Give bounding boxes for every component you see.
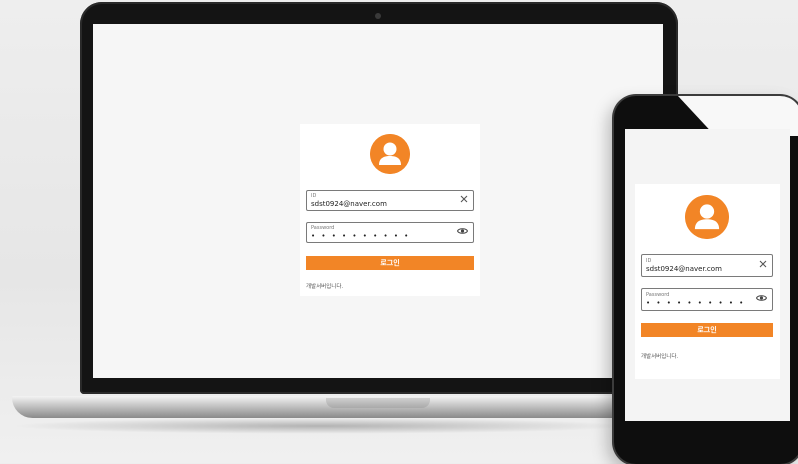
dev-server-notice: 개발서버입니다. [306, 284, 344, 290]
close-icon[interactable] [460, 195, 468, 203]
phone-frame: ID sdst0924@naver.com Password • • • • •… [614, 96, 798, 464]
password-field-value[interactable]: • • • • • • • • • • [311, 232, 410, 240]
id-field-label: ID [646, 258, 652, 264]
id-field-label: ID [311, 193, 317, 199]
password-field[interactable]: Password • • • • • • • • • • [641, 288, 773, 311]
password-field[interactable]: Password • • • • • • • • • • [306, 222, 474, 243]
dev-server-notice: 개발서버입니다. [641, 354, 679, 360]
id-field-value[interactable]: sdst0924@naver.com [311, 200, 387, 208]
laptop-base [12, 396, 632, 418]
phone-screen: ID sdst0924@naver.com Password • • • • •… [625, 129, 790, 421]
user-avatar-icon [370, 134, 410, 174]
password-field-label: Password [311, 225, 335, 231]
laptop-screen: ID sdst0924@naver.com Password • • • • •… [93, 24, 663, 378]
laptop-frame: ID sdst0924@naver.com Password • • • • •… [80, 2, 678, 394]
id-field-value[interactable]: sdst0924@naver.com [646, 265, 722, 273]
id-field[interactable]: ID sdst0924@naver.com [641, 254, 773, 277]
close-icon[interactable] [759, 260, 767, 268]
login-card: ID sdst0924@naver.com Password • • • • •… [300, 124, 480, 296]
login-card: ID sdst0924@naver.com Password • • • • •… [635, 184, 780, 379]
eye-icon[interactable] [457, 227, 468, 235]
laptop-notch [326, 398, 430, 408]
eye-icon[interactable] [756, 294, 767, 302]
login-button[interactable]: 로그인 [306, 256, 474, 270]
login-button[interactable]: 로그인 [641, 323, 773, 337]
laptop-shadow [10, 418, 630, 434]
password-field-label: Password [646, 292, 670, 298]
password-field-value[interactable]: • • • • • • • • • • [646, 299, 745, 307]
camera-dot [375, 13, 381, 19]
user-avatar-icon [685, 195, 729, 239]
id-field[interactable]: ID sdst0924@naver.com [306, 190, 474, 211]
